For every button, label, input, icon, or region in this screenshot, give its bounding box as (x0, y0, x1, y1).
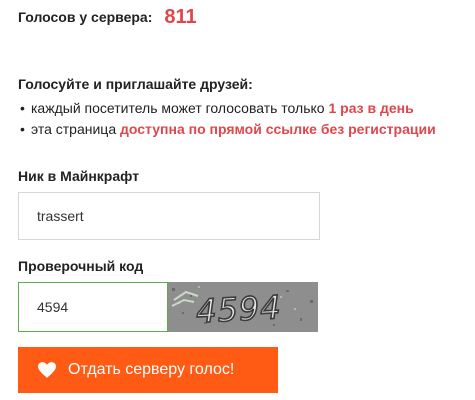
heart-icon (38, 362, 56, 378)
info-title: Голосуйте и приглашайте друзей: (18, 76, 253, 92)
vote-button-label: Отдать серверу голос! (68, 361, 235, 378)
nick-label: Ник в Майнкрафт (18, 168, 140, 184)
info-item-text: каждый посетитель может голосовать тольк… (31, 100, 329, 116)
bullet-icon: • (20, 121, 25, 137)
votes-count: 811 (164, 5, 197, 28)
captcha-image: 4594 (168, 282, 318, 332)
list-item: • каждый посетитель может голосовать тол… (18, 98, 436, 119)
info-list: • каждый посетитель может голосовать тол… (18, 98, 436, 140)
info-item-highlight: 1 раз в день (328, 100, 414, 116)
bullet-icon: • (20, 100, 25, 116)
list-item: • эта страница доступна по прямой ссылке… (18, 119, 436, 140)
captcha-label: Проверочный код (18, 258, 144, 274)
votes-label: Голосов у сервера: (18, 9, 153, 25)
captcha-input[interactable] (18, 282, 168, 332)
vote-button[interactable]: Отдать серверу голос! (18, 347, 278, 393)
votes-summary: Голосов у сервера: 811 (18, 4, 197, 30)
nick-input[interactable] (18, 192, 320, 240)
info-item-text: эта страница (31, 121, 120, 137)
info-item-highlight: доступна по прямой ссылке без регистраци… (120, 121, 436, 137)
captcha-image-text: 4594 (195, 288, 282, 330)
